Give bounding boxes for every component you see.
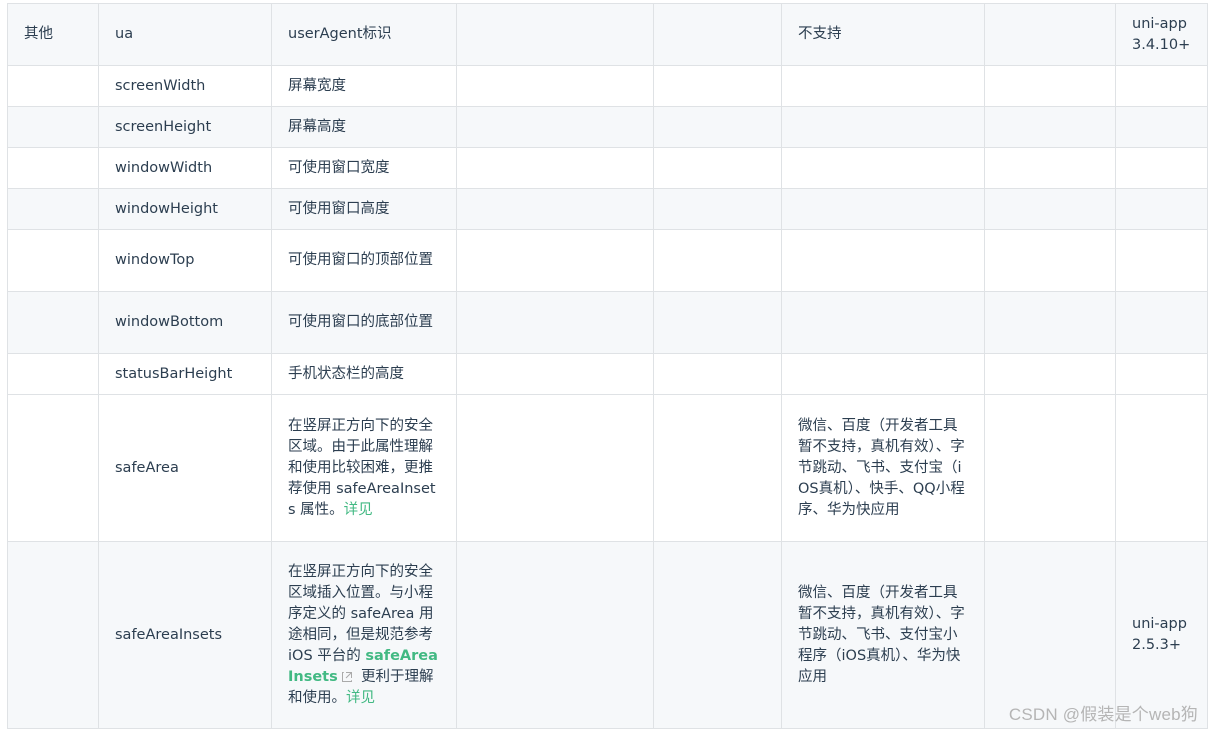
empty-cell [984, 188, 1116, 230]
unsupported-platforms-cell [781, 291, 985, 354]
description-cell: 在竖屏正方向下的安全区域。由于此属性理解和使用比较困难，更推荐使用 safeAr… [271, 394, 457, 542]
property-name-cell: safeArea [98, 394, 272, 542]
empty-cell [456, 3, 654, 66]
unsupported-platforms-cell [781, 65, 985, 107]
property-name-cell: windowTop [98, 229, 272, 292]
table-row-safe-area: safeArea 在竖屏正方向下的安全区域。由于此属性理解和使用比较困难，更推荐… [7, 394, 1208, 542]
empty-cell [456, 353, 654, 395]
unsupported-platforms-cell [781, 188, 985, 230]
external-link-icon [342, 671, 353, 682]
unsupported-platforms-cell: 不支持 [781, 3, 985, 66]
version-cell [1115, 147, 1208, 189]
description-cell: 可使用窗口的底部位置 [271, 291, 457, 354]
unsupported-platforms-cell: 微信、百度（开发者工具暂不支持，真机有效）、字节跳动、飞书、支付宝（iOS真机）… [781, 394, 985, 542]
empty-cell [653, 394, 782, 542]
version-cell [1115, 65, 1208, 107]
empty-cell [456, 147, 654, 189]
empty-cell [984, 353, 1116, 395]
table-row: windowHeight 可使用窗口高度 [7, 188, 1208, 230]
description-cell: 屏幕高度 [271, 106, 457, 148]
unsupported-platforms-cell [781, 147, 985, 189]
table-body: 其他 ua userAgent标识 不支持 uni-app 3.4.10+ screenW… [7, 3, 1208, 729]
system-info-table: 其他 ua userAgent标识 不支持 uni-app 3.4.10+ screenW… [7, 3, 1208, 729]
category-cell [7, 394, 99, 542]
table-row: windowWidth 可使用窗口宽度 [7, 147, 1208, 189]
empty-cell [456, 188, 654, 230]
version-cell [1115, 353, 1208, 395]
unsupported-platforms-cell [781, 229, 985, 292]
category-cell [7, 188, 99, 230]
version-cell [1115, 188, 1208, 230]
property-name-cell: windowWidth [98, 147, 272, 189]
empty-cell [456, 229, 654, 292]
property-name-cell: windowHeight [98, 188, 272, 230]
version-cell [1115, 229, 1208, 292]
table-row: windowTop 可使用窗口的顶部位置 [7, 229, 1208, 292]
description-cell: 屏幕宽度 [271, 65, 457, 107]
category-cell [7, 291, 99, 354]
empty-cell [456, 65, 654, 107]
empty-cell [984, 3, 1116, 66]
category-cell [7, 541, 99, 729]
version-cell [1115, 394, 1208, 542]
unsupported-platforms-cell [781, 353, 985, 395]
property-name-cell: statusBarHeight [98, 353, 272, 395]
empty-cell [456, 291, 654, 354]
empty-cell [984, 291, 1116, 354]
empty-cell [653, 541, 782, 729]
table-row: 其他 ua userAgent标识 不支持 uni-app 3.4.10+ [7, 3, 1208, 66]
empty-cell [984, 65, 1116, 107]
version-cell: uni-app 3.4.10+ [1115, 3, 1208, 66]
empty-cell [984, 147, 1116, 189]
category-cell [7, 353, 99, 395]
empty-cell [984, 106, 1116, 148]
empty-cell [653, 229, 782, 292]
unsupported-platforms-cell: 微信、百度（开发者工具暂不支持，真机有效）、字节跳动、飞书、支付宝小程序（iOS… [781, 541, 985, 729]
empty-cell [653, 188, 782, 230]
unsupported-platforms-cell [781, 106, 985, 148]
empty-cell [984, 229, 1116, 292]
empty-cell [653, 353, 782, 395]
table-row: screenWidth 屏幕宽度 [7, 65, 1208, 107]
description-cell: 可使用窗口宽度 [271, 147, 457, 189]
property-name-cell: windowBottom [98, 291, 272, 354]
category-cell [7, 65, 99, 107]
empty-cell [456, 541, 654, 729]
table-row: windowBottom 可使用窗口的底部位置 [7, 291, 1208, 354]
empty-cell [653, 291, 782, 354]
description-cell: 在竖屏正方向下的安全区域插入位置。与小程序定义的 safeArea 用途相同，但… [271, 541, 457, 729]
empty-cell [653, 106, 782, 148]
category-cell [7, 106, 99, 148]
property-name-cell: ua [98, 3, 272, 66]
description-cell: 可使用窗口的顶部位置 [271, 229, 457, 292]
description-cell: 手机状态栏的高度 [271, 353, 457, 395]
property-name-cell: safeAreaInsets [98, 541, 272, 729]
property-name-cell: screenHeight [98, 106, 272, 148]
description-cell: 可使用窗口高度 [271, 188, 457, 230]
category-cell [7, 229, 99, 292]
empty-cell [653, 147, 782, 189]
version-cell [1115, 106, 1208, 148]
watermark: CSDN @假装是个web狗 [1008, 705, 1198, 724]
details-link[interactable]: 详见 [346, 690, 375, 706]
details-link[interactable]: 详见 [344, 502, 373, 518]
empty-cell [984, 394, 1116, 542]
category-cell [7, 147, 99, 189]
empty-cell [456, 394, 654, 542]
empty-cell [653, 65, 782, 107]
table-row: statusBarHeight 手机状态栏的高度 [7, 353, 1208, 395]
category-cell: 其他 [7, 3, 99, 66]
empty-cell [653, 3, 782, 66]
table-row: screenHeight 屏幕高度 [7, 106, 1208, 148]
description-cell: userAgent标识 [271, 3, 457, 66]
empty-cell [456, 106, 654, 148]
property-name-cell: screenWidth [98, 65, 272, 107]
version-cell [1115, 291, 1208, 354]
